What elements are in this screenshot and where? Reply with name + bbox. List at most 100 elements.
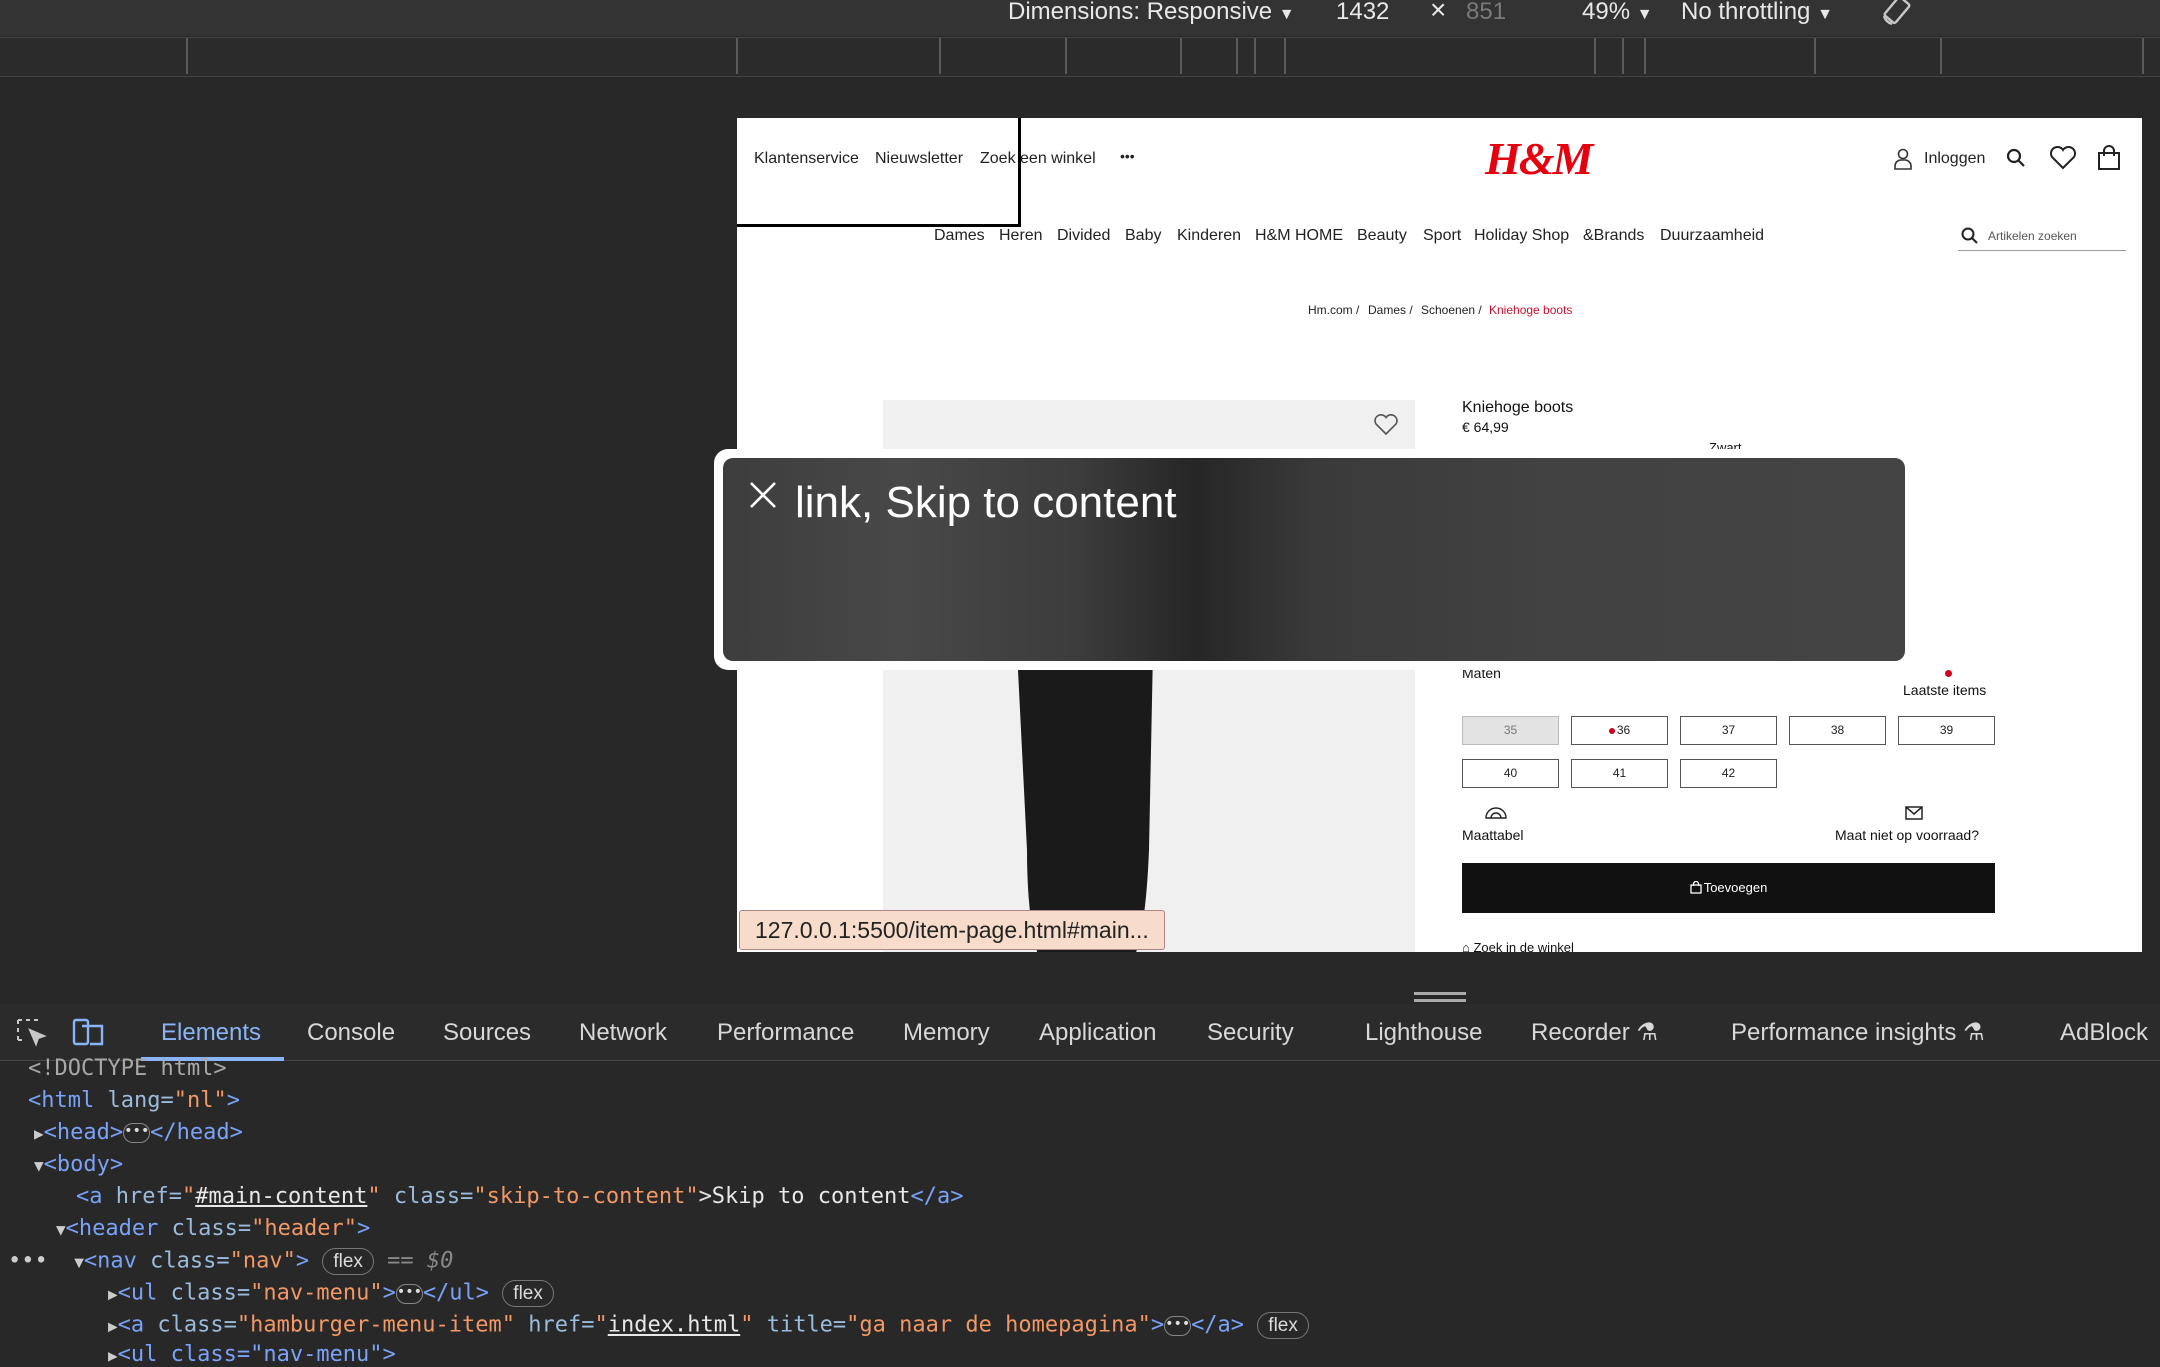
attr-value: "skip-to-content" <box>473 1184 699 1209</box>
device-toggle-icon[interactable] <box>72 1018 106 1051</box>
ellipsis-icon[interactable]: ••• <box>395 1283 423 1304</box>
tab-console[interactable]: Console <box>307 1004 395 1061</box>
collapse-arrow-icon[interactable]: ▼ <box>56 1220 66 1239</box>
breadcrumb-home[interactable]: Hm.com / <box>1308 303 1359 317</box>
dimensions-dropdown[interactable]: Dimensions: Responsive ▼ <box>1008 0 1295 34</box>
category-divided[interactable]: Divided <box>1057 227 1110 245</box>
login-link[interactable]: Inloggen <box>1924 150 1985 168</box>
more-icon[interactable]: ••• <box>1120 148 1135 164</box>
times-icon: × <box>1430 0 1447 25</box>
dom-doctype[interactable]: <!DOCTYPE html> <box>28 1056 227 1081</box>
dom-body[interactable]: ▼<body> <box>34 1152 123 1177</box>
add-to-bag-button[interactable]: Toevoegen <box>1462 863 1995 913</box>
find-in-store-link[interactable]: ⌂ Zoek in de winkel <box>1462 940 1574 952</box>
dom-ul-partial[interactable]: ▶<ul class="nav-menu"> <box>108 1342 396 1367</box>
close-icon[interactable] <box>748 480 778 515</box>
size-40[interactable]: 40 <box>1462 759 1559 788</box>
zoom-dropdown[interactable]: 49% ▼ <box>1582 0 1653 34</box>
size-36[interactable]: 36 <box>1571 716 1668 745</box>
size-37[interactable]: 37 <box>1680 716 1777 745</box>
tab-lighthouse[interactable]: Lighthouse <box>1365 1004 1482 1061</box>
ellipsis-icon[interactable]: ••• <box>123 1123 151 1143</box>
search-icon[interactable] <box>2006 148 2026 173</box>
category-hm-home[interactable]: H&M HOME <box>1255 227 1343 245</box>
resize-handle[interactable] <box>1414 990 1466 1004</box>
bag-icon[interactable] <box>2097 145 2121 176</box>
category-dames[interactable]: Dames <box>934 227 985 245</box>
category-heren[interactable]: Heren <box>999 227 1043 245</box>
dom-hamburger-link[interactable]: ▶<a class="hamburger-menu-item" href="in… <box>108 1312 1309 1339</box>
tab-memory[interactable]: Memory <box>903 1004 990 1061</box>
top-link-nieuwsletter[interactable]: Nieuwsletter <box>875 150 963 168</box>
tag-close: </a> <box>910 1184 964 1209</box>
size-38[interactable]: 38 <box>1789 716 1886 745</box>
attr-value: "nav" <box>229 1248 296 1274</box>
text-node: >Skip to content <box>698 1184 911 1209</box>
attr-name: class= <box>136 1248 230 1274</box>
search-icon <box>1961 227 1979 250</box>
flex-badge[interactable]: flex <box>502 1280 554 1307</box>
size-35[interactable]: 35 <box>1462 716 1559 745</box>
dom-header[interactable]: ▼<header class="header"> <box>56 1216 370 1241</box>
user-icon[interactable] <box>1894 148 1912 175</box>
tab-adblock[interactable]: AdBlock <box>2060 1004 2148 1061</box>
tab-recorder[interactable]: Recorder ⚗ <box>1531 1004 1658 1061</box>
category-duurzaamheid[interactable]: Duurzaamheid <box>1660 227 1764 245</box>
tab-security[interactable]: Security <box>1207 1004 1294 1061</box>
size-unavailable-link[interactable]: Maat niet op voorraad? <box>1835 827 1979 843</box>
tab-application[interactable]: Application <box>1039 1004 1156 1061</box>
expand-arrow-icon[interactable]: ▶ <box>34 1124 44 1143</box>
category-beauty[interactable]: Beauty <box>1357 227 1407 245</box>
tag-close: > <box>1150 1312 1165 1338</box>
device-toolbar: Dimensions: Responsive ▼ 1432 × 851 49% … <box>0 0 2160 36</box>
dom-html[interactable]: <html lang="nl"> <box>28 1088 240 1113</box>
category-holiday-shop[interactable]: Holiday Shop <box>1474 227 1569 245</box>
inspect-element-icon[interactable] <box>16 1018 48 1053</box>
heart-icon[interactable] <box>2049 145 2077 175</box>
expand-arrow-icon[interactable]: ▶ <box>108 1346 118 1365</box>
tab-elements[interactable]: Elements <box>161 1004 261 1061</box>
more-icon[interactable]: ••• <box>8 1249 48 1274</box>
dom-ul-nav-menu[interactable]: ▶<ul class="nav-menu">•••</ul> flex <box>108 1280 554 1307</box>
attr-value: "nl" <box>173 1088 227 1113</box>
flex-badge[interactable]: flex <box>1257 1312 1309 1339</box>
collapse-arrow-icon[interactable]: ▼ <box>34 1156 44 1175</box>
throttling-dropdown[interactable]: No throttling ▼ <box>1681 0 1833 34</box>
top-link-zoek-winkel[interactable]: Zoek een winkel <box>980 150 1096 168</box>
rotate-icon[interactable] <box>1880 0 1916 30</box>
size-41[interactable]: 41 <box>1571 759 1668 788</box>
dom-head[interactable]: ▶<head>•••</head> <box>34 1120 243 1145</box>
category-brands[interactable]: &Brands <box>1583 227 1644 245</box>
hm-logo[interactable]: H&M <box>1485 132 1593 185</box>
dom-nav[interactable]: ••• ▼<nav class="nav"> flex == $0 <box>8 1248 453 1275</box>
media-query-ruler[interactable] <box>0 37 2160 77</box>
collapse-arrow-icon[interactable]: ▼ <box>74 1253 84 1272</box>
tab-performance[interactable]: Performance <box>717 1004 854 1061</box>
breadcrumb-dames[interactable]: Dames / <box>1368 303 1413 317</box>
search-field[interactable]: Artikelen zoeken <box>1958 227 2126 251</box>
category-baby[interactable]: Baby <box>1125 227 1161 245</box>
size-chart-link[interactable]: Maattabel <box>1462 827 1523 843</box>
last-items-dot <box>1608 727 1615 734</box>
add-button-label: Toevoegen <box>1703 880 1768 895</box>
size-42[interactable]: 42 <box>1680 759 1777 788</box>
width-input[interactable]: 1432 <box>1336 0 1389 34</box>
attr-link[interactable]: index.html <box>608 1313 740 1338</box>
favorite-heart-icon[interactable] <box>1373 413 1399 441</box>
tag-name: <body> <box>43 1152 124 1177</box>
size-39[interactable]: 39 <box>1898 716 1995 745</box>
ellipsis-icon[interactable]: ••• <box>1164 1315 1192 1336</box>
top-link-klantenservice[interactable]: Klantenservice <box>754 150 859 168</box>
tab-sources[interactable]: Sources <box>443 1004 531 1061</box>
category-sport[interactable]: Sport <box>1423 227 1461 245</box>
flex-badge[interactable]: flex <box>322 1248 374 1275</box>
attr-link[interactable]: #main-content <box>195 1184 367 1209</box>
height-input[interactable]: 851 <box>1466 0 1506 34</box>
expand-arrow-icon[interactable]: ▶ <box>108 1317 118 1336</box>
category-kinderen[interactable]: Kinderen <box>1177 227 1241 245</box>
tab-performance-insights[interactable]: Performance insights ⚗ <box>1731 1004 1985 1061</box>
tab-network[interactable]: Network <box>579 1004 667 1061</box>
expand-arrow-icon[interactable]: ▶ <box>108 1285 118 1304</box>
dom-skip-link[interactable]: <a href="#main-content" class="skip-to-c… <box>76 1184 963 1209</box>
breadcrumb-schoenen[interactable]: Schoenen / <box>1421 303 1482 317</box>
